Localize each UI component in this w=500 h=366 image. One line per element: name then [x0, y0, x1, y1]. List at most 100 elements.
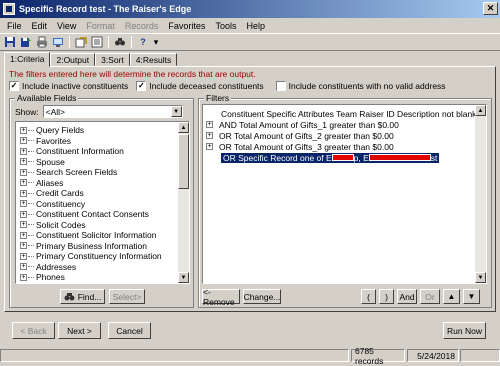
cancel-button[interactable]: Cancel: [108, 322, 151, 339]
filter-row-selected[interactable]: OR Specific Record one of E p, E st: [206, 151, 486, 164]
and-button[interactable]: And: [397, 289, 417, 304]
close-paren-button[interactable]: ): [379, 289, 394, 304]
scroll-up-icon[interactable]: ▲: [178, 122, 189, 133]
include-no-address-checkbox[interactable]: Include constituents with no valid addre…: [275, 81, 446, 91]
filter-row[interactable]: + OR Total Amount of Gifts_2 greater tha…: [206, 130, 486, 141]
expand-icon[interactable]: +: [206, 121, 213, 128]
scroll-down-icon[interactable]: ▼: [178, 272, 189, 283]
close-button[interactable]: ✕: [483, 2, 498, 15]
expand-icon[interactable]: +: [20, 242, 27, 250]
available-fields-tree[interactable]: + Query Fields + Favorites + Constituent In…: [15, 121, 190, 284]
tree-connector: [28, 140, 34, 142]
export-icon[interactable]: [74, 36, 88, 49]
expand-icon[interactable]: +: [20, 210, 27, 218]
tree-item-label: Addresses: [36, 261, 77, 272]
next-button[interactable]: Next >: [58, 322, 101, 339]
properties-icon[interactable]: [90, 36, 104, 49]
tree-item-label: Query Fields: [36, 125, 85, 136]
move-down-button[interactable]: ▼: [463, 289, 480, 304]
include-no-address-label: Include constituents with no valid addre…: [288, 81, 446, 91]
tree-item[interactable]: + Solicit Codes: [20, 220, 189, 231]
tab-sort[interactable]: 3:Sort: [95, 53, 130, 66]
tab-results[interactable]: 4:Results: [129, 53, 178, 66]
tree-item[interactable]: + Aliases: [20, 178, 189, 189]
tree-item[interactable]: + Spouse: [20, 157, 189, 168]
expand-icon[interactable]: +: [20, 168, 27, 176]
fields-scrollbar[interactable]: ▲ ▼: [178, 122, 189, 283]
menu-tools[interactable]: Tools: [210, 21, 241, 31]
include-inactive-checkbox[interactable]: ✓ Include inactive constituents: [9, 81, 128, 91]
run-now-button[interactable]: Run Now: [443, 322, 486, 339]
tab-output[interactable]: 2:Output: [50, 53, 96, 66]
show-label: Show:: [15, 106, 39, 117]
tab-criteria[interactable]: 1:Criteria: [4, 52, 51, 67]
tree-item[interactable]: + Phones: [20, 272, 189, 283]
save-icon[interactable]: [3, 36, 17, 49]
filter-row[interactable]: Constituent Specific Attributes Team Rai…: [206, 108, 486, 119]
expand-icon[interactable]: +: [20, 147, 27, 155]
menu-help[interactable]: Help: [241, 21, 270, 31]
filter-row-label: OR Total Amount of Gifts_2 greater than …: [219, 130, 394, 141]
tree-item[interactable]: + Constituent Information: [20, 146, 189, 157]
find-icon[interactable]: [113, 36, 127, 49]
tree-item[interactable]: + Constituent Solicitor Information: [20, 230, 189, 241]
tree-item[interactable]: + Constituent Contact Consents: [20, 209, 189, 220]
help-dropdown-icon[interactable]: ▾: [152, 36, 160, 49]
tree-connector: [28, 255, 34, 257]
tree-item[interactable]: + Search Screen Fields: [20, 167, 189, 178]
open-paren-button[interactable]: (: [361, 289, 376, 304]
tree-item[interactable]: + Favorites: [20, 136, 189, 147]
expand-icon[interactable]: +: [20, 263, 27, 271]
filter-row[interactable]: + OR Total Amount of Gifts_3 greater tha…: [206, 141, 486, 152]
expand-icon[interactable]: +: [20, 221, 27, 229]
expand-icon[interactable]: +: [20, 189, 27, 197]
include-no-address-check[interactable]: [275, 81, 286, 91]
tree-item[interactable]: + Primary Constituency Information: [20, 251, 189, 262]
filters-scrollbar[interactable]: ▲ ▼: [475, 105, 486, 283]
print-preview-icon[interactable]: [51, 36, 65, 49]
tree-item[interactable]: + Addresses: [20, 262, 189, 273]
include-inactive-label: Include inactive constituents: [22, 81, 129, 91]
expand-icon[interactable]: +: [20, 137, 27, 145]
remove-button[interactable]: <-Remove: [202, 287, 240, 307]
menu-edit[interactable]: Edit: [27, 21, 53, 31]
menu-file[interactable]: File: [2, 21, 27, 31]
print-icon[interactable]: [35, 36, 49, 49]
chevron-down-icon[interactable]: ▼: [170, 106, 182, 117]
expand-icon[interactable]: +: [20, 179, 27, 187]
expand-icon[interactable]: +: [20, 252, 27, 260]
expand-icon[interactable]: +: [206, 132, 213, 139]
tree-item[interactable]: + Primary Business Information: [20, 241, 189, 252]
expand-icon[interactable]: +: [20, 200, 27, 208]
show-select[interactable]: <All> ▼: [42, 105, 183, 118]
expand-icon[interactable]: +: [20, 273, 27, 281]
tree-item[interactable]: + Query Fields: [20, 125, 189, 136]
arrow-up-icon: ▲: [447, 292, 456, 301]
include-deceased-check[interactable]: ✓: [136, 81, 147, 91]
tree-item[interactable]: + Credit Cards: [20, 188, 189, 199]
include-inactive-check[interactable]: ✓: [9, 81, 19, 91]
help-icon[interactable]: ?: [136, 36, 150, 49]
move-up-button[interactable]: ▲: [443, 289, 460, 304]
expand-icon[interactable]: +: [206, 143, 213, 150]
filters-tree[interactable]: Constituent Specific Attributes Team Rai…: [202, 104, 487, 284]
change-button[interactable]: Change...: [243, 289, 281, 304]
tree-item-label: Constituent Solicitor Information: [36, 230, 157, 241]
tree-item[interactable]: + Constituency: [20, 199, 189, 210]
expand-icon[interactable]: +: [20, 126, 27, 134]
save-and-close-icon[interactable]: [19, 36, 33, 49]
scroll-up-icon[interactable]: ▲: [475, 105, 486, 116]
filter-row[interactable]: + AND Total Amount of Gifts_1 greater th…: [206, 119, 486, 130]
scroll-thumb[interactable]: [178, 134, 189, 189]
find-button[interactable]: Find...: [60, 289, 105, 304]
menu-favorites[interactable]: Favorites: [163, 21, 210, 31]
expand-icon[interactable]: +: [20, 158, 27, 166]
expand-icon[interactable]: +: [20, 231, 27, 239]
selected-filter-mid: p, E: [353, 152, 369, 163]
include-deceased-checkbox[interactable]: ✓ Include deceased constituents: [136, 81, 264, 91]
tree-item-label: Primary Business Information: [36, 240, 148, 251]
include-deceased-label: Include deceased constituents: [149, 81, 264, 91]
scroll-down-icon[interactable]: ▼: [475, 272, 486, 283]
select-button: Select>: [109, 289, 145, 304]
menu-view[interactable]: View: [52, 21, 81, 31]
